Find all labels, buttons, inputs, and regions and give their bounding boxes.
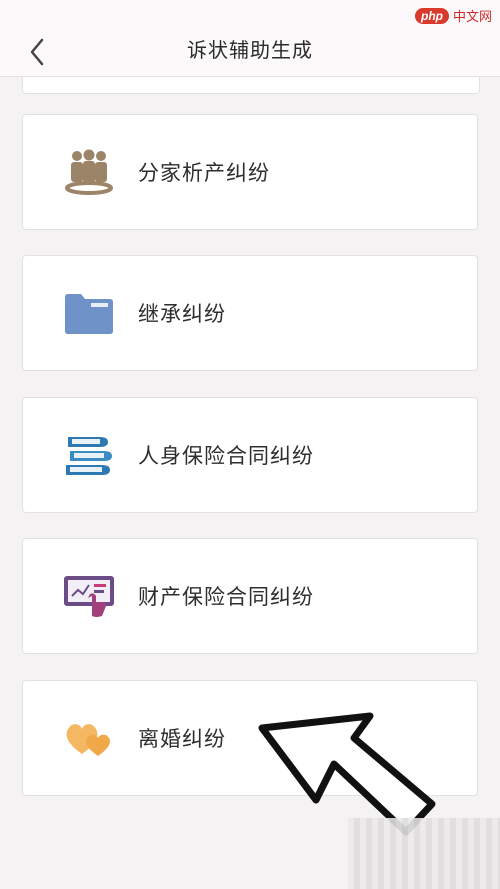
watermark-badge: php xyxy=(414,7,449,24)
item-label: 离婚纠纷 xyxy=(138,727,226,751)
page-title: 诉状辅助生成 xyxy=(187,38,313,62)
top-bar: 诉状辅助生成 php 中文网 xyxy=(0,0,500,77)
item-label: 人身保险合同纠纷 xyxy=(138,444,314,468)
list-item-personal-insurance[interactable]: 人身保险合同纠纷 xyxy=(22,397,478,513)
family-group-icon xyxy=(59,142,119,202)
books-icon xyxy=(59,425,119,485)
blurred-region xyxy=(348,818,500,889)
hearts-icon xyxy=(59,708,119,768)
watermark-text: 中文网 xyxy=(452,10,492,25)
item-label: 分家析产纠纷 xyxy=(138,161,270,185)
folder-icon xyxy=(59,283,119,343)
item-label: 财产保险合同纠纷 xyxy=(138,585,314,609)
tablet-chart-icon xyxy=(59,566,119,626)
item-label: 继承纠纷 xyxy=(138,302,226,326)
watermark-logo: php 中文网 xyxy=(414,6,492,25)
list-item-inheritance[interactable]: 继承纠纷 xyxy=(22,255,478,371)
list-item-property-insurance[interactable]: 财产保险合同纠纷 xyxy=(22,538,478,654)
list-item-family-property[interactable]: 分家析产纠纷 xyxy=(22,114,478,230)
